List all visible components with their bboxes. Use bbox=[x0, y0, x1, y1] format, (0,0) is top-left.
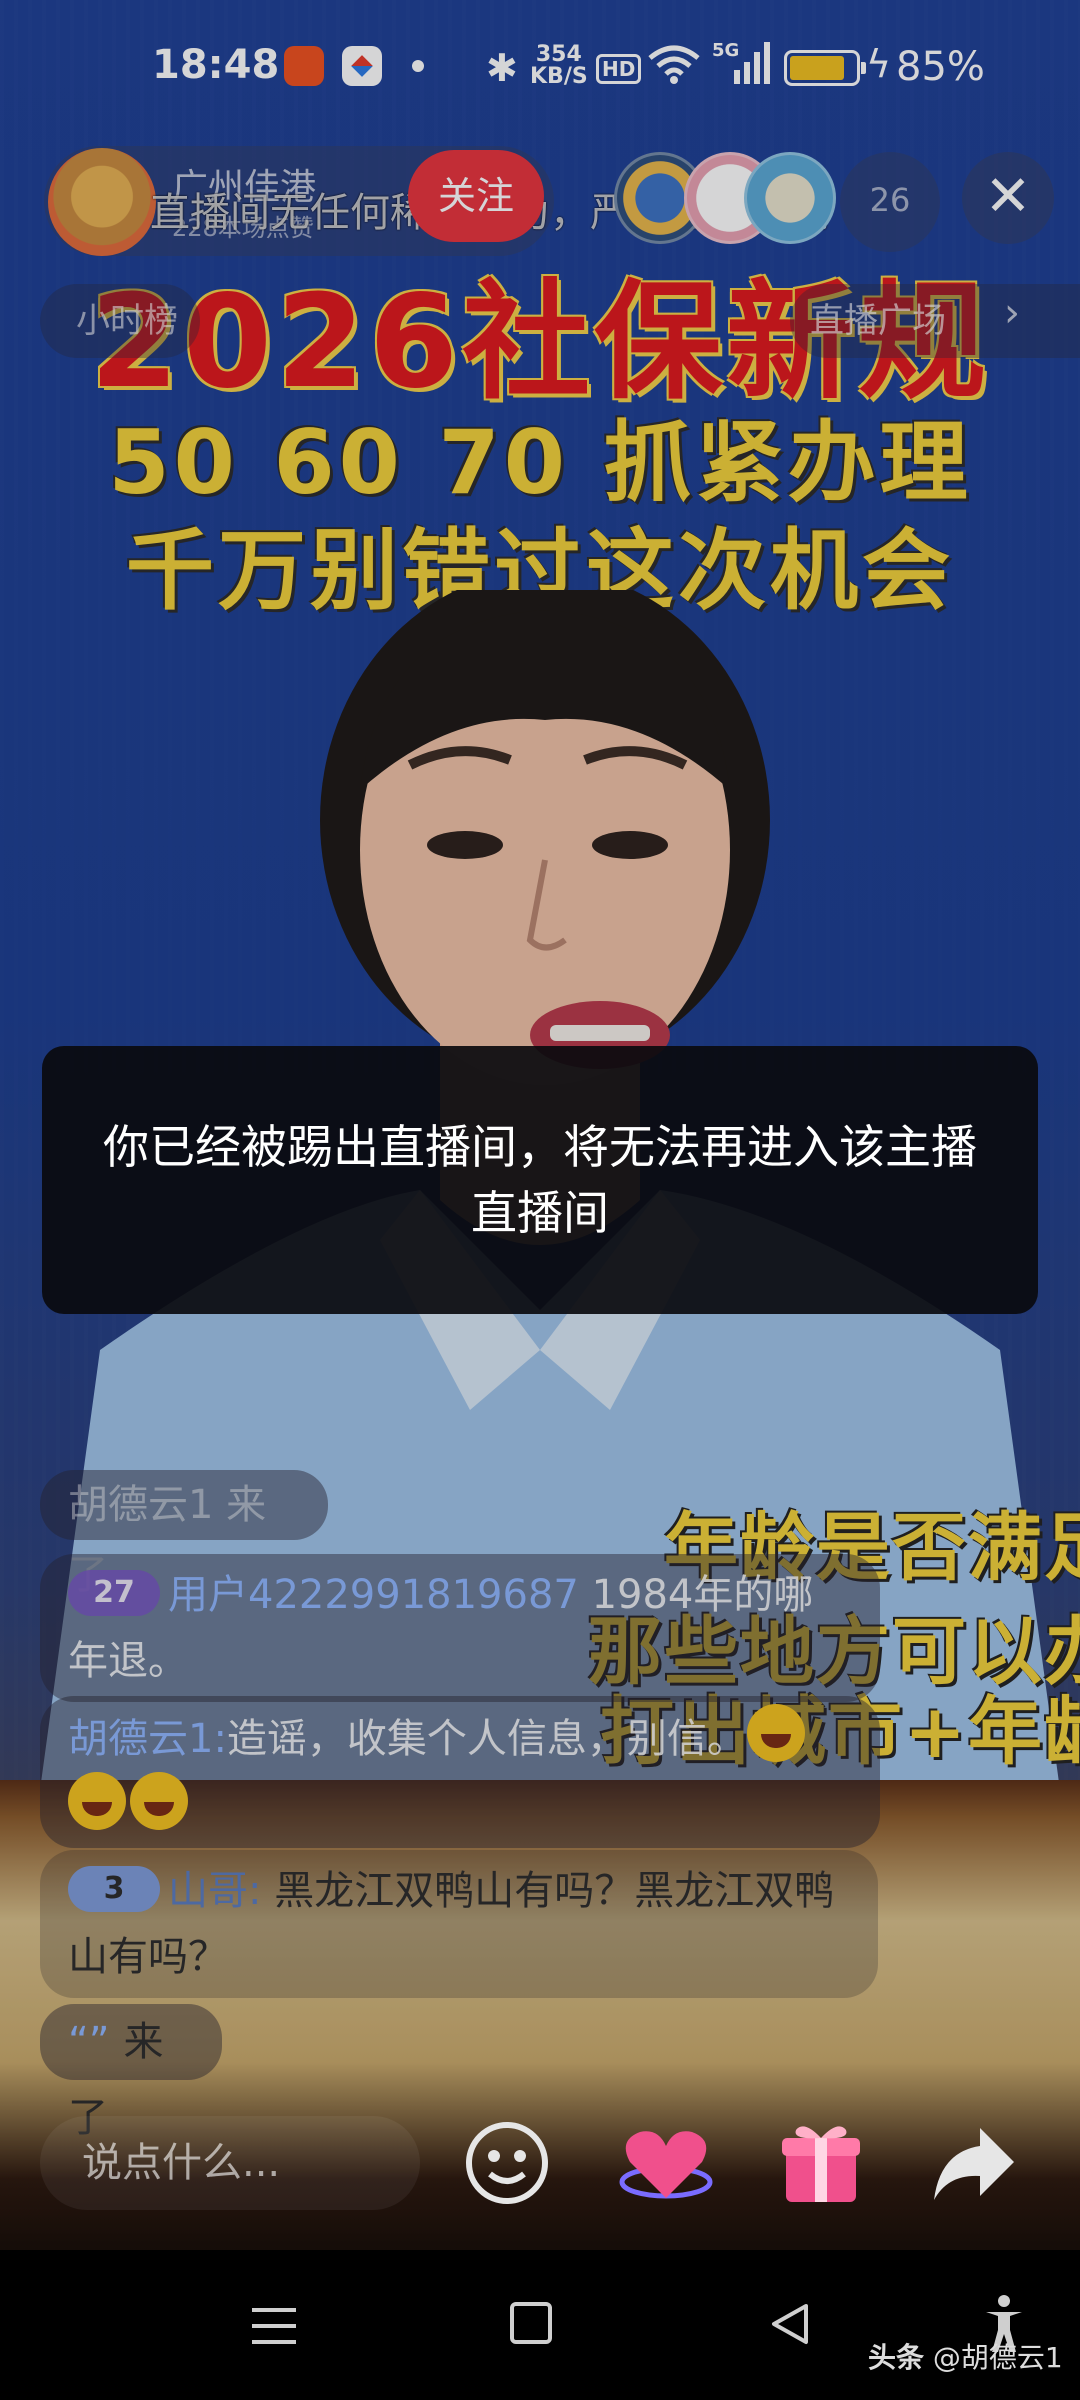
back-icon[interactable] bbox=[766, 2300, 814, 2348]
kicked-out-toast: 你已经被踢出直播间，将无法再进入该主播直播间 bbox=[42, 1046, 1038, 1314]
home-icon[interactable] bbox=[510, 2302, 552, 2344]
watermark: 头条 @胡德云1 bbox=[868, 2336, 1063, 2376]
share-icon[interactable] bbox=[930, 2124, 1016, 2204]
watermark-handle: @胡德云1 bbox=[932, 2341, 1063, 2374]
watermark-brand: 头条 bbox=[868, 2341, 925, 2374]
gift-icon[interactable] bbox=[780, 2120, 862, 2206]
recent-apps-icon[interactable] bbox=[250, 2306, 298, 2346]
toast-message: 你已经被踢出直播间，将无法再进入该主播直播间 bbox=[103, 1120, 977, 1240]
heart-icon[interactable] bbox=[618, 2120, 714, 2206]
smiley-icon[interactable] bbox=[464, 2120, 550, 2206]
comment-input[interactable]: 说点什么... bbox=[40, 2116, 420, 2210]
